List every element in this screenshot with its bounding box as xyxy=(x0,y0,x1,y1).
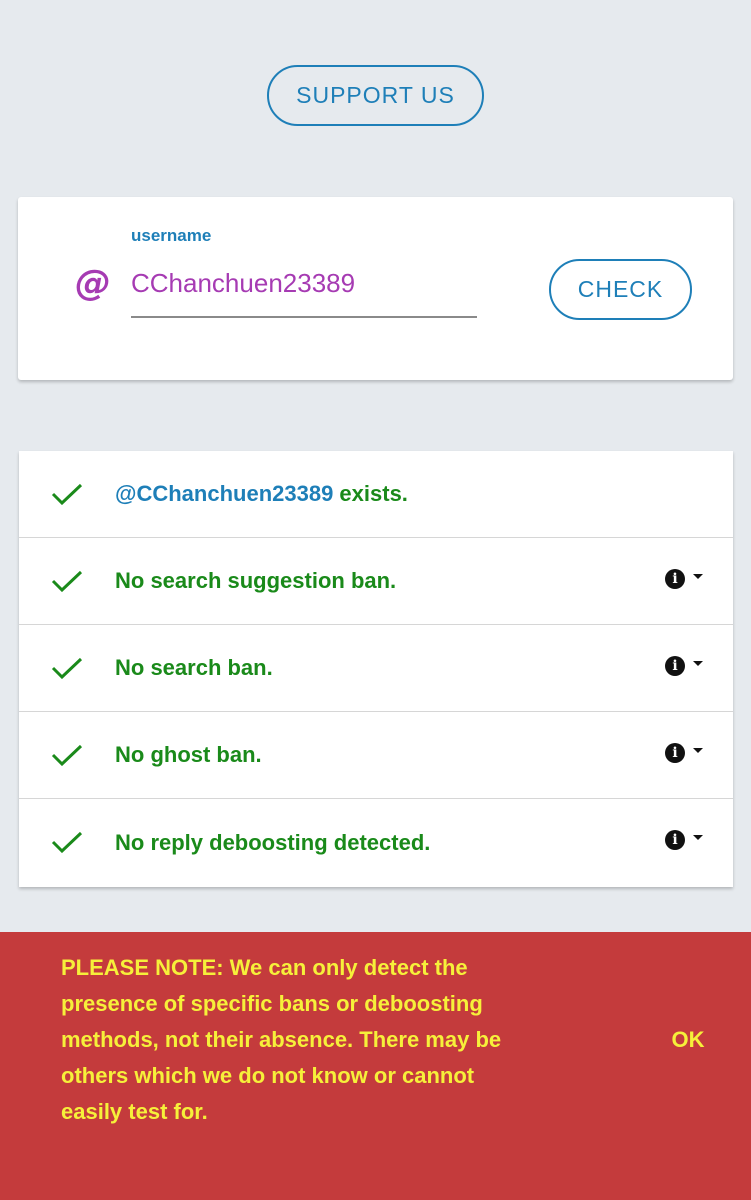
info-icon: i xyxy=(665,569,685,589)
caret-down-icon xyxy=(693,747,703,753)
info-icon: i xyxy=(665,743,685,763)
page: SUPPORT US @ username CHECK @CChanchuen2… xyxy=(0,0,751,1200)
notice-text: PLEASE NOTE: We can only detect the pres… xyxy=(61,955,502,1124)
caret-down-icon xyxy=(693,834,703,840)
info-dropdown-toggle[interactable]: i xyxy=(665,830,703,850)
result-row-search-suggestion: No search suggestion ban. i xyxy=(19,538,733,625)
result-row-reply-deboosting: No reply deboosting detected. i xyxy=(19,799,733,886)
check-button[interactable]: CHECK xyxy=(549,259,692,320)
result-text: No search ban. xyxy=(115,655,273,680)
caret-down-icon xyxy=(693,573,703,579)
caret-down-icon xyxy=(693,660,703,666)
username-input[interactable] xyxy=(131,262,477,318)
result-row-exists: @CChanchuen23389 exists. xyxy=(19,451,733,538)
result-username: @CChanchuen23389 xyxy=(115,481,334,506)
info-dropdown-toggle[interactable]: i xyxy=(665,656,703,676)
result-text: No reply deboosting detected. xyxy=(115,829,431,855)
notice-banner: PLEASE NOTE: We can only detect the pres… xyxy=(0,932,751,1200)
checkmark-icon xyxy=(51,483,83,505)
checkmark-icon xyxy=(51,570,83,592)
result-text: No search suggestion ban. xyxy=(115,568,397,593)
checkmark-icon xyxy=(51,831,83,853)
checkmark-icon xyxy=(51,744,83,766)
checkmark-icon xyxy=(51,657,83,679)
info-dropdown-toggle[interactable]: i xyxy=(665,743,703,763)
info-icon: i xyxy=(665,656,685,676)
info-dropdown-toggle[interactable]: i xyxy=(665,569,703,589)
result-row-search-ban: No search ban. i xyxy=(19,625,733,712)
support-us-button[interactable]: SUPPORT US xyxy=(267,65,484,126)
at-icon: @ xyxy=(75,263,111,304)
result-text: No ghost ban. xyxy=(115,742,262,767)
result-row-ghost-ban: No ghost ban. i xyxy=(19,712,733,799)
ok-button[interactable]: OK xyxy=(660,1022,716,1058)
results-list: @CChanchuen23389 exists. No search sugge… xyxy=(19,451,733,887)
info-icon: i xyxy=(665,830,685,850)
result-exists-text: @CChanchuen23389 exists. xyxy=(115,481,408,506)
username-label: username xyxy=(131,226,212,245)
